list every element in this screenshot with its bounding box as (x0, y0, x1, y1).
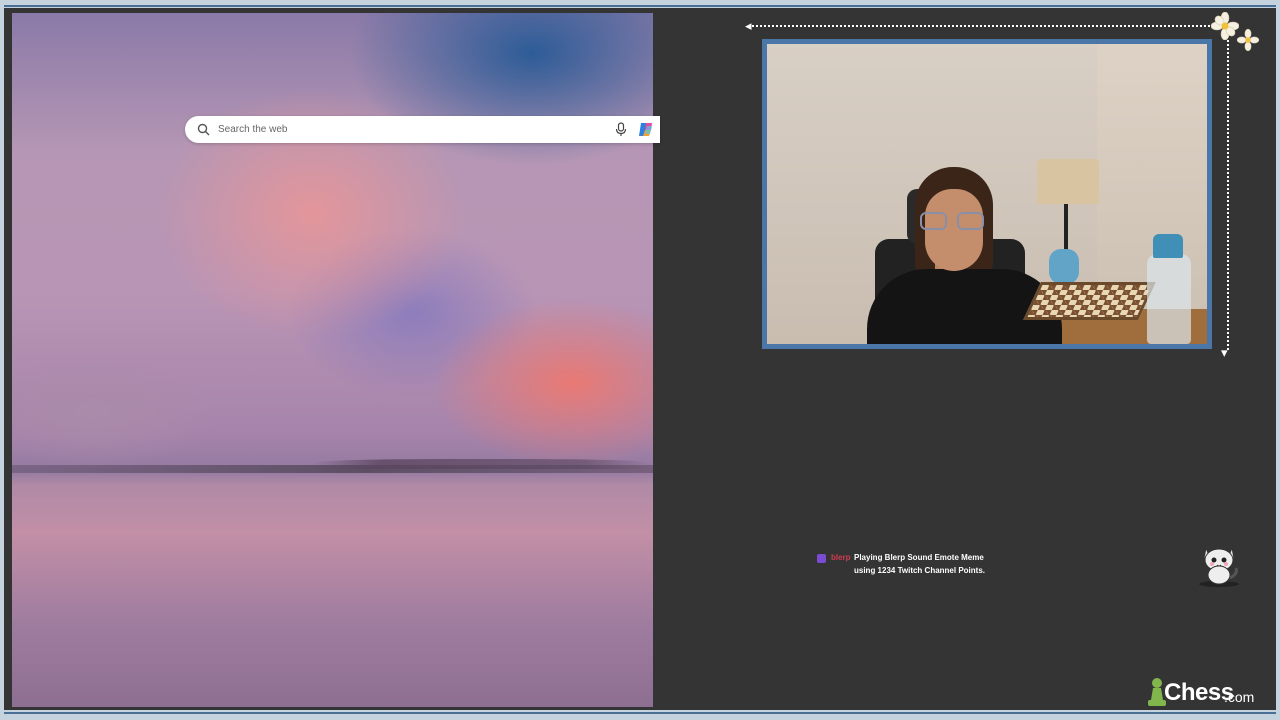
search-input[interactable]: Search the web (218, 124, 288, 135)
wallpaper-mountains (312, 459, 652, 469)
web-search-bar[interactable]: Search the web (185, 116, 660, 143)
streamer-face (925, 189, 983, 271)
flower-icon (1211, 12, 1239, 40)
search-icon (197, 123, 210, 136)
overlay-frame-top-line (0, 5, 1280, 7)
decorative-dotted-arrow-top (752, 25, 1222, 27)
plush-toy (1049, 249, 1079, 284)
chessboard (1023, 282, 1156, 320)
flower-icon-small (1237, 29, 1259, 51)
channel-points-alert: blerp Playing Blerp Sound Emote Meme usi… (814, 551, 1004, 583)
alert-message-line1: Playing Blerp Sound Emote Meme (854, 553, 984, 562)
water-bottle-cap (1153, 234, 1183, 258)
chess-com-logo: Chess .com (1146, 676, 1268, 708)
overlay-frame-right (1276, 0, 1280, 720)
glasses-lens-left (920, 212, 947, 230)
arrow-down-icon: ▾ (1221, 345, 1228, 360)
glasses-lens-right (957, 212, 984, 230)
webcam-feed (762, 39, 1212, 349)
decorative-dotted-arrow-right (1227, 40, 1229, 350)
blerp-badge-icon (817, 554, 826, 563)
microphone-icon[interactable] (615, 122, 627, 137)
arrow-left-icon: ◂ (745, 18, 752, 33)
cat-mascot-icon (1199, 546, 1239, 587)
overlay-frame-bottom-line (0, 712, 1280, 714)
chess-logo-suffix: .com (1224, 689, 1255, 705)
overlay-frame-left (0, 0, 4, 720)
copilot-icon[interactable] (638, 121, 654, 138)
water-bottle (1147, 254, 1191, 344)
alert-username: blerp (831, 553, 851, 562)
lamp (1037, 159, 1099, 204)
alert-message-line2: using 1234 Twitch Channel Points. (854, 566, 985, 575)
